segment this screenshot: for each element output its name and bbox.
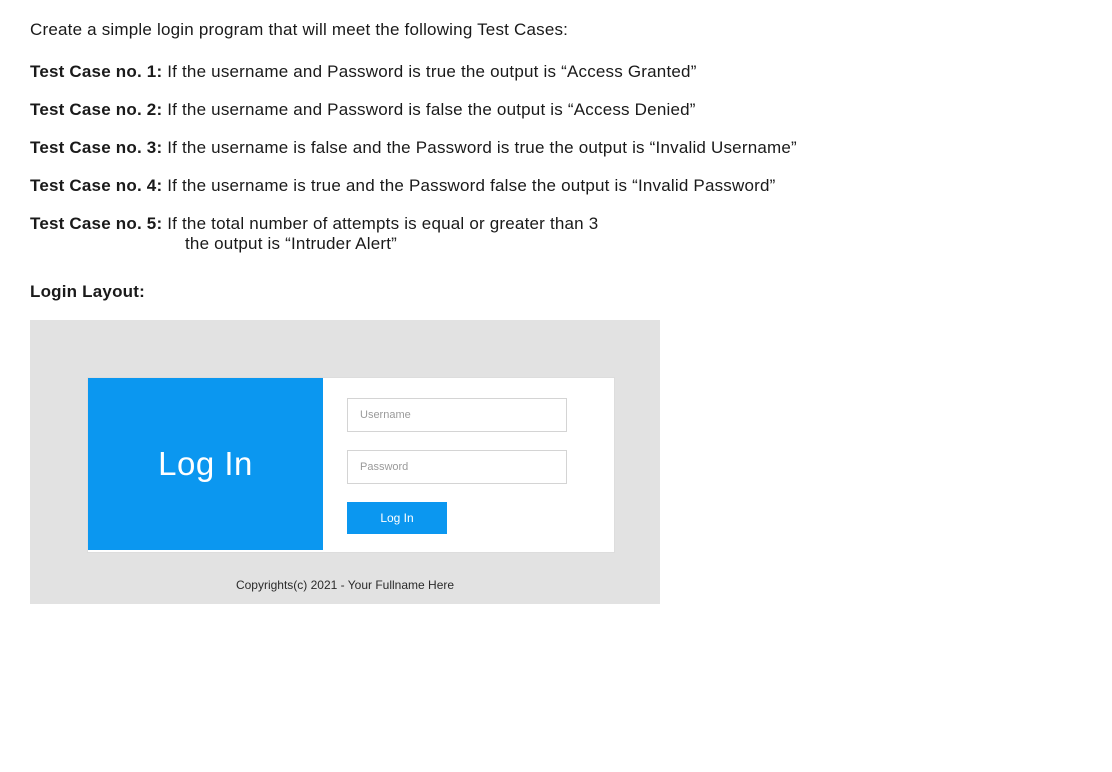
- test-case-4-text: If the username is true and the Password…: [162, 176, 775, 195]
- test-case-3-text: If the username is false and the Passwor…: [162, 138, 797, 157]
- test-case-1: Test Case no. 1: If the username and Pas…: [30, 62, 1082, 82]
- login-mockup-frame: Log In Log In Copyrights(c) 2021 - Your …: [30, 320, 660, 604]
- document-body: Create a simple login program that will …: [30, 20, 1082, 604]
- intro-text: Create a simple login program that will …: [30, 20, 1082, 40]
- login-layout-heading: Login Layout:: [30, 282, 1082, 302]
- test-case-3-label: Test Case no. 3:: [30, 138, 162, 157]
- login-button[interactable]: Log In: [347, 502, 447, 534]
- copyright-text: Copyrights(c) 2021 - Your Fullname Here: [30, 578, 660, 592]
- test-case-5-text-line2: the output is “Intruder Alert”: [185, 234, 397, 253]
- password-field[interactable]: [347, 450, 567, 484]
- test-case-1-text: If the username and Password is true the…: [162, 62, 696, 81]
- test-case-1-label: Test Case no. 1:: [30, 62, 162, 81]
- login-banner-title: Log In: [158, 445, 253, 483]
- test-case-2-label: Test Case no. 2:: [30, 100, 162, 119]
- login-card: Log In Log In: [88, 378, 614, 552]
- test-case-2: Test Case no. 2: If the username and Pas…: [30, 100, 1082, 120]
- login-banner: Log In: [88, 378, 323, 550]
- test-case-5-label: Test Case no. 5:: [30, 214, 162, 233]
- login-form: Log In: [323, 378, 614, 552]
- test-case-5-text-line1: If the total number of attempts is equal…: [162, 214, 598, 233]
- test-case-3: Test Case no. 3: If the username is fals…: [30, 138, 1082, 158]
- test-case-2-text: If the username and Password is false th…: [162, 100, 695, 119]
- test-case-4: Test Case no. 4: If the username is true…: [30, 176, 1082, 196]
- test-case-4-label: Test Case no. 4:: [30, 176, 162, 195]
- test-case-5: Test Case no. 5: If the total number of …: [30, 214, 1082, 254]
- username-field[interactable]: [347, 398, 567, 432]
